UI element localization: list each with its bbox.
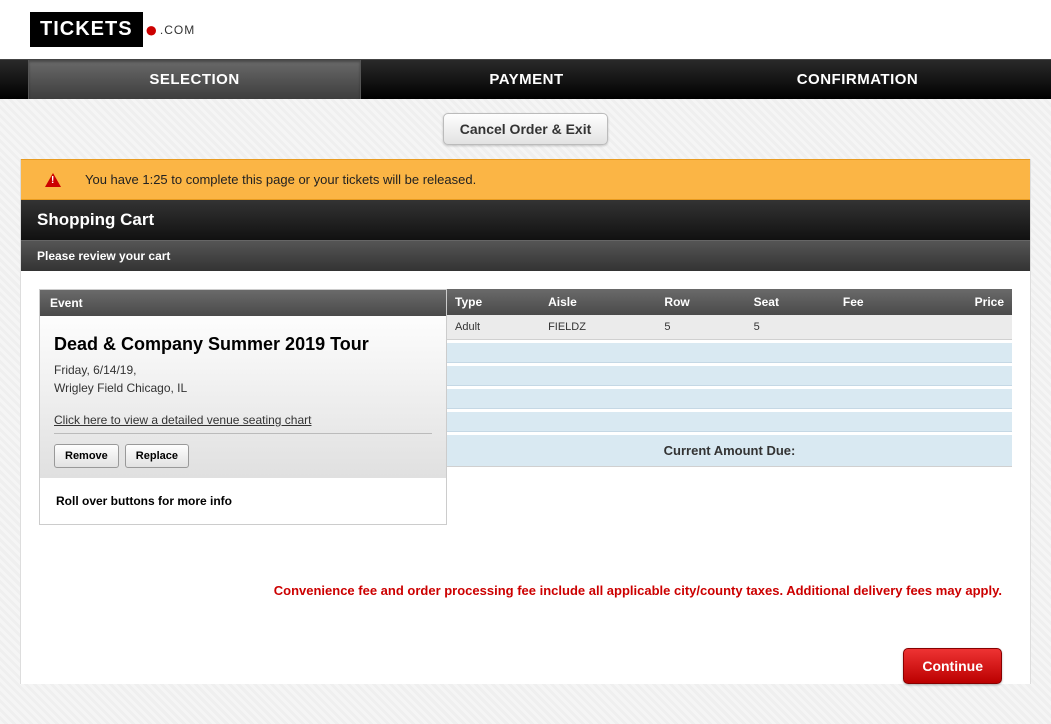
col-row: Row: [656, 289, 745, 315]
amount-due-row: Current Amount Due:: [447, 435, 1012, 467]
table-row: [447, 343, 1012, 363]
cell-aisle: FIELDZ: [540, 315, 656, 340]
logo-suffix: .COM: [160, 23, 195, 37]
col-price: Price: [914, 289, 1012, 315]
event-venue: Wrigley Field Chicago, IL: [54, 381, 432, 395]
table-row: Adult FIELDZ 5 5: [447, 315, 1012, 340]
cell-row: 5: [656, 315, 745, 340]
col-seat: Seat: [746, 289, 835, 315]
tickets-panel: Type Aisle Row Seat Fee Price Adult FIEL…: [447, 289, 1012, 467]
replace-button[interactable]: Replace: [125, 444, 189, 468]
event-header: Event: [40, 290, 446, 316]
tickets-table: Type Aisle Row Seat Fee Price Adult FIEL…: [447, 289, 1012, 467]
event-title: Dead & Company Summer 2019 Tour: [54, 334, 432, 355]
section-subtitle: Please review your cart: [21, 240, 1030, 271]
continue-button[interactable]: Continue: [903, 648, 1002, 684]
cell-type: Adult: [447, 315, 540, 340]
table-row: [447, 412, 1012, 432]
cell-price: [914, 315, 1012, 340]
divider: [54, 433, 432, 434]
col-type: Type: [447, 289, 540, 315]
header: TICKETS ● .COM: [0, 0, 1051, 59]
table-row: [447, 389, 1012, 409]
main-content: You have 1:25 to complete this page or y…: [20, 159, 1031, 684]
alert-message: You have 1:25 to complete this page or y…: [85, 172, 476, 187]
cell-seat: 5: [746, 315, 835, 340]
table-row: [447, 366, 1012, 386]
timer-alert: You have 1:25 to complete this page or y…: [21, 159, 1030, 200]
remove-button[interactable]: Remove: [54, 444, 119, 468]
seating-chart-link[interactable]: Click here to view a detailed venue seat…: [54, 413, 432, 427]
section-title: Shopping Cart: [21, 200, 1030, 240]
warning-icon: [45, 173, 61, 187]
logo-text: TICKETS: [30, 12, 143, 47]
nav-tab-confirmation[interactable]: CONFIRMATION: [692, 60, 1023, 99]
event-date: Friday, 6/14/19,: [54, 363, 432, 377]
event-panel: Event Dead & Company Summer 2019 Tour Fr…: [39, 289, 447, 525]
nav-tab-selection[interactable]: SELECTION: [28, 60, 361, 99]
nav-tab-payment[interactable]: PAYMENT: [361, 60, 692, 99]
cancel-order-button[interactable]: Cancel Order & Exit: [443, 113, 609, 145]
cell-fee: [835, 315, 914, 340]
event-hint: Roll over buttons for more info: [40, 478, 446, 524]
col-fee: Fee: [835, 289, 914, 315]
col-aisle: Aisle: [540, 289, 656, 315]
fee-note: Convenience fee and order processing fee…: [21, 583, 1002, 598]
progress-nav: SELECTION PAYMENT CONFIRMATION: [0, 59, 1051, 99]
logo-dot-icon: ●: [145, 17, 158, 43]
